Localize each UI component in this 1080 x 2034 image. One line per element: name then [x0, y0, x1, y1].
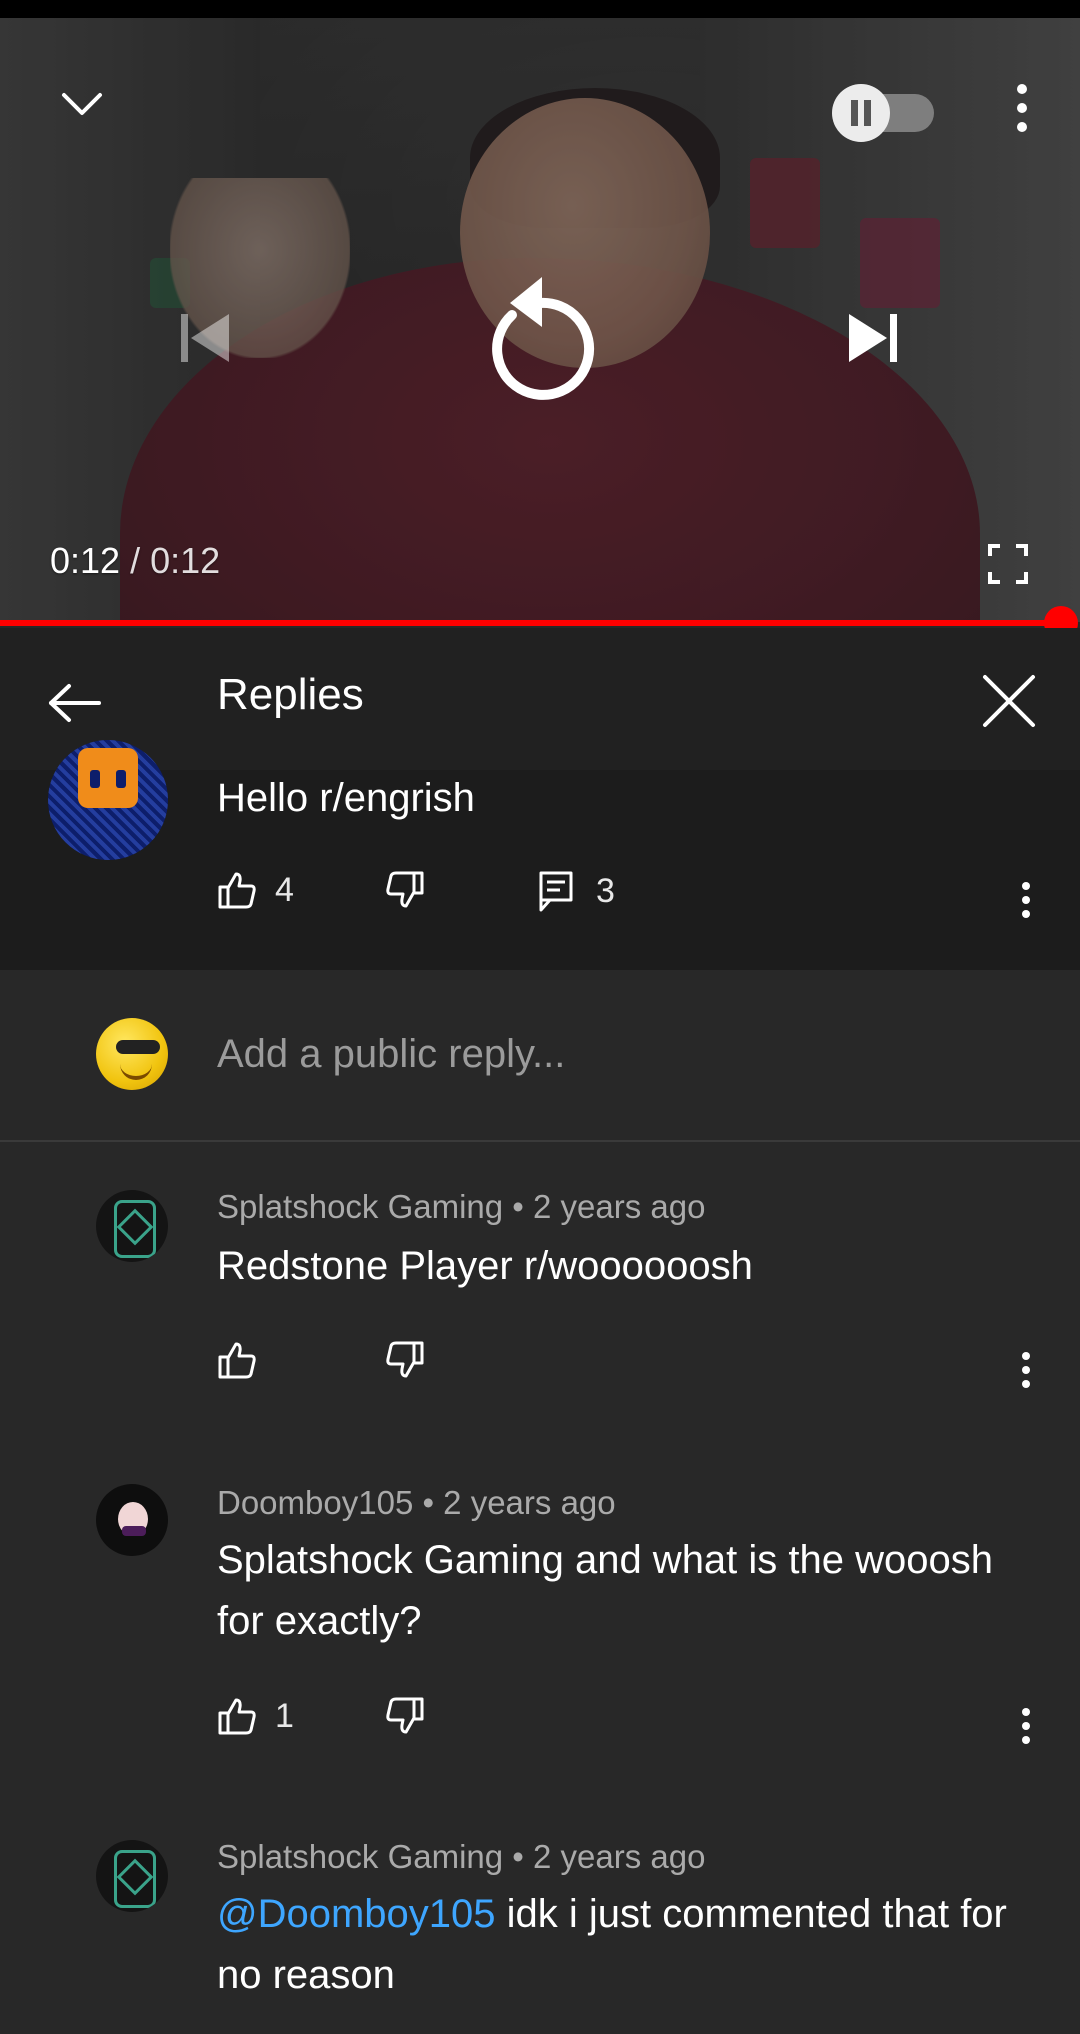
- avatar[interactable]: [96, 1840, 168, 1912]
- parent-comment: Hello r/engrish 4 3: [0, 740, 1080, 970]
- dislike-button[interactable]: [385, 1340, 425, 1385]
- more-vert-icon[interactable]: [996, 76, 1048, 140]
- thumb-down-icon: [386, 1697, 424, 1734]
- reply-meta: Splatshock Gaming • 2 years ago: [217, 1188, 706, 1225]
- status-bar: [0, 0, 1080, 18]
- arrow-back-icon[interactable]: [40, 668, 110, 738]
- mention-link[interactable]: @Doomboy105: [217, 1892, 496, 1936]
- avatar[interactable]: [96, 1190, 168, 1262]
- like-button[interactable]: [217, 1340, 275, 1380]
- close-icon[interactable]: [972, 664, 1046, 738]
- reply-item: Doomboy105 • 2 years ago Splatshock Gami…: [0, 1430, 1080, 1790]
- dislike-button[interactable]: [385, 1696, 425, 1741]
- chevron-down-icon[interactable]: [50, 73, 114, 137]
- duration: 0:12: [150, 540, 221, 581]
- video-player[interactable]: 0:12 / 0:12: [0, 18, 1080, 622]
- reply-input[interactable]: Add a public reply...: [217, 1032, 565, 1077]
- avatar: [96, 1018, 168, 1090]
- reply-text: @Doomboy105 idk i just commented that fo…: [217, 1884, 1047, 2006]
- fullscreen-icon[interactable]: [980, 536, 1036, 592]
- thumb-up-icon: [218, 872, 256, 909]
- replies-button[interactable]: 3: [538, 870, 615, 912]
- thumb-down-icon: [386, 871, 424, 908]
- pause-icon: [832, 84, 890, 142]
- more-vert-icon[interactable]: [1006, 1340, 1046, 1400]
- add-reply-row: Add a public reply...: [0, 970, 1080, 1142]
- replay-icon[interactable]: [470, 258, 610, 408]
- reply-meta: Doomboy105 • 2 years ago: [217, 1484, 616, 1521]
- like-button[interactable]: 1: [217, 1696, 294, 1736]
- avatar[interactable]: [96, 1484, 168, 1556]
- thumb-down-icon: [386, 1341, 424, 1378]
- like-button[interactable]: 4: [217, 870, 294, 910]
- reply-text: Splatshock Gaming and what is the wooosh…: [217, 1538, 993, 1643]
- comment-text: Hello r/engrish: [217, 776, 475, 820]
- like-count: 1: [275, 1696, 294, 1735]
- more-vert-icon[interactable]: [1006, 1696, 1046, 1756]
- dislike-button[interactable]: [385, 870, 425, 915]
- current-time: 0:12: [50, 540, 121, 581]
- thumb-up-icon: [218, 1342, 256, 1379]
- more-vert-icon[interactable]: [1006, 870, 1046, 930]
- autoplay-toggle[interactable]: [832, 76, 942, 142]
- panel-title: Replies: [217, 670, 364, 719]
- time-separator: /: [130, 540, 141, 581]
- reply-actions: [0, 1340, 1080, 1400]
- comment-actions: 4 3: [0, 870, 1080, 930]
- skip-previous-icon[interactable]: [170, 303, 240, 373]
- reply-item: Splatshock Gaming • 2 years ago Redstone…: [0, 1140, 1080, 1430]
- avatar[interactable]: [48, 740, 168, 860]
- playback-time: 0:12 / 0:12: [50, 540, 220, 582]
- progress-bar[interactable]: [0, 620, 1063, 626]
- reply-text: Redstone Player r/woooooosh: [217, 1244, 753, 1288]
- reply-count: 3: [596, 871, 615, 910]
- reply-actions: 1: [0, 1696, 1080, 1756]
- reply-item: Splatshock Gaming • 2 years ago @Doomboy…: [0, 1790, 1080, 2034]
- skip-next-icon[interactable]: [838, 303, 908, 373]
- reply-meta: Splatshock Gaming • 2 years ago: [217, 1838, 706, 1875]
- comment-icon: [539, 871, 573, 912]
- thumb-up-icon: [218, 1698, 256, 1735]
- like-count: 4: [275, 870, 294, 909]
